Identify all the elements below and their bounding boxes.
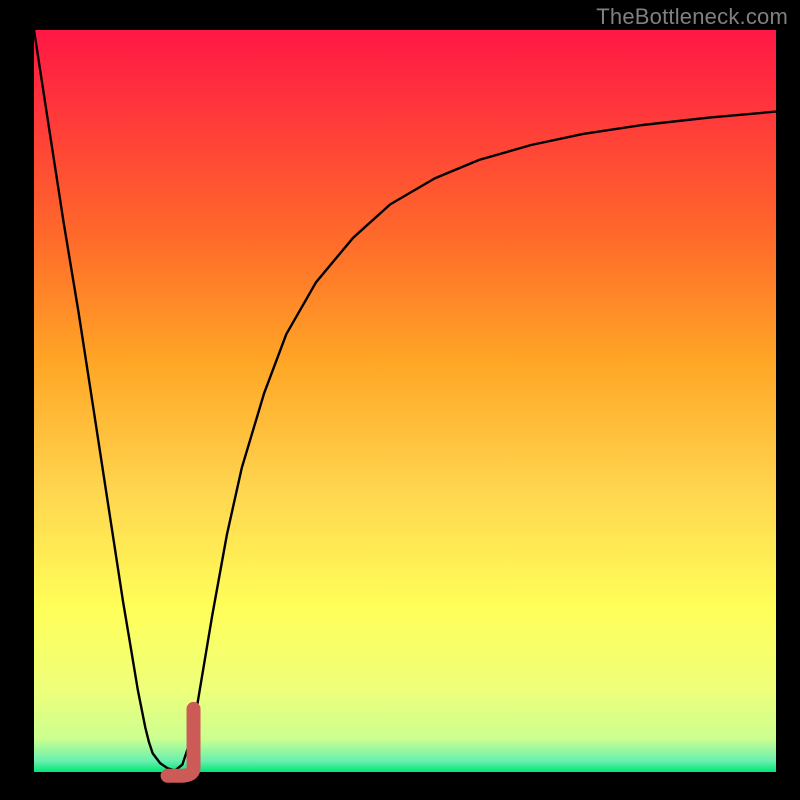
gradient-background xyxy=(34,30,776,772)
watermark-label: TheBottleneck.com xyxy=(596,4,788,30)
bottleneck-chart xyxy=(0,0,800,800)
chart-stage: { "watermark": "TheBottleneck.com", "col… xyxy=(0,0,800,800)
